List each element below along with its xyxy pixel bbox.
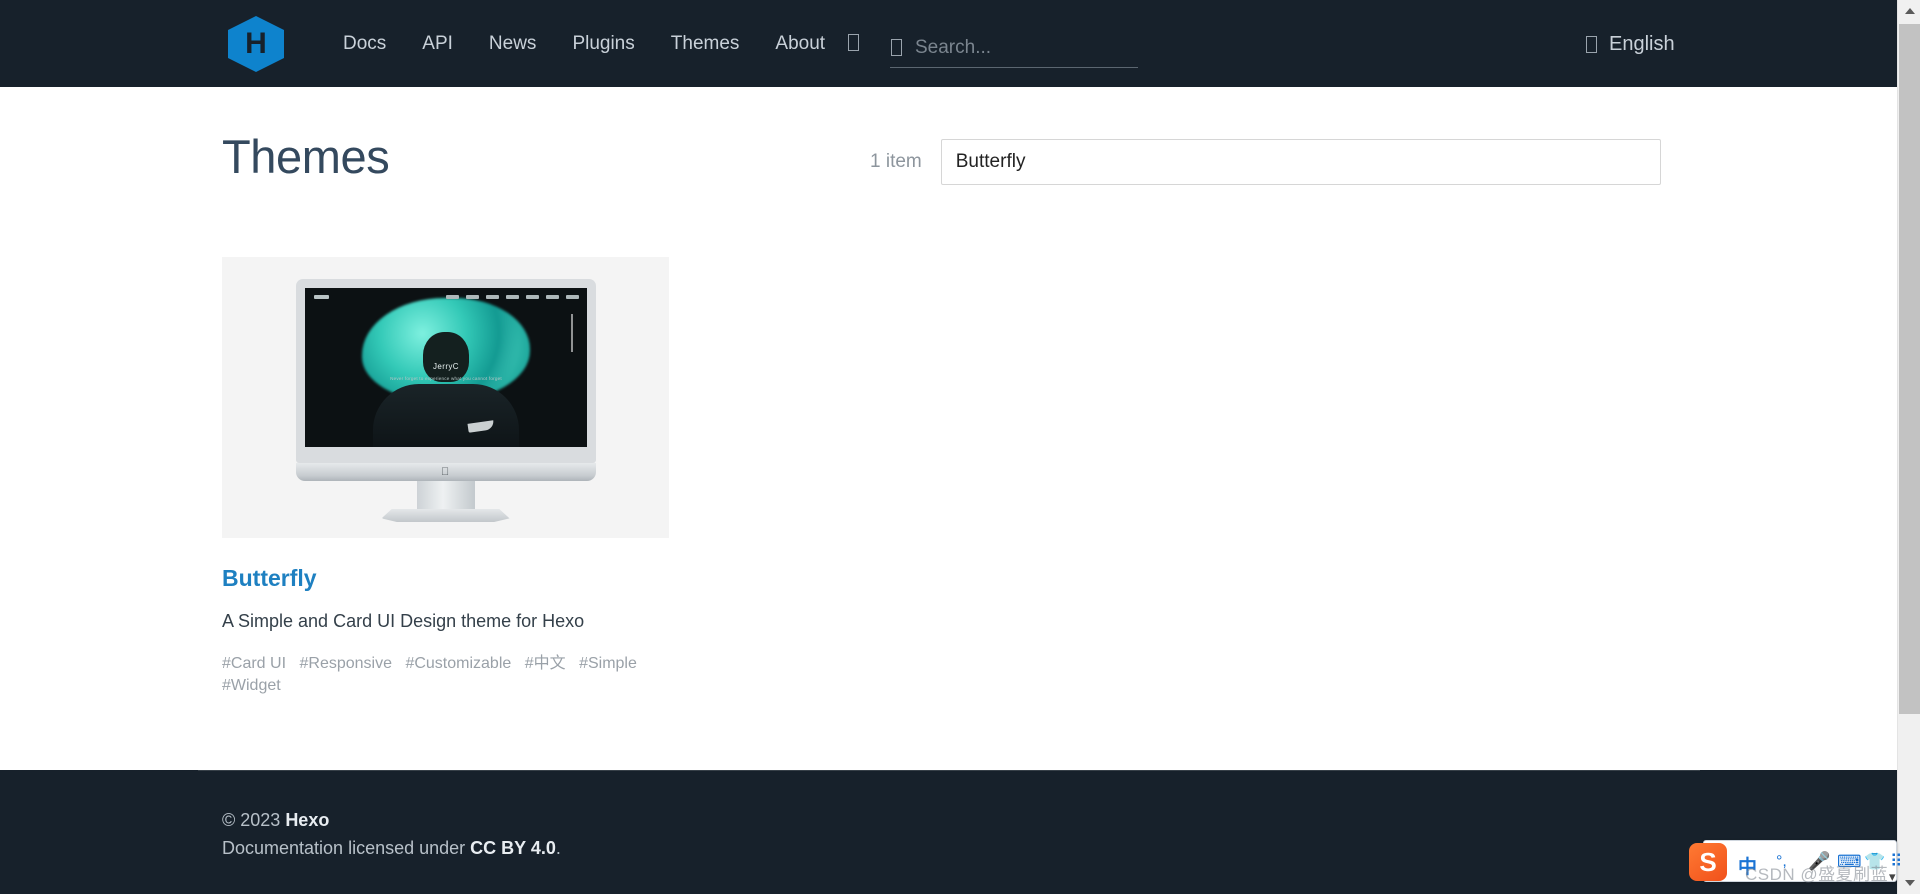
nav-item-plugins[interactable]: Plugins — [554, 0, 652, 87]
footer-text: © 2023 Hexo Documentation licensed under… — [222, 806, 561, 862]
copyright-line: © 2023 Hexo — [222, 806, 561, 834]
imac-screen: JerryC Never forget to experience what y… — [305, 288, 587, 447]
scroll-down-button[interactable] — [1898, 872, 1920, 894]
imac-stand-foot — [381, 509, 510, 522]
site-footer: © 2023 Hexo Documentation licensed under… — [0, 770, 1897, 894]
imac-mockup: JerryC Never forget to experience what y… — [296, 279, 596, 463]
theme-tag[interactable]: #Simple — [579, 655, 637, 672]
preview-menu-item — [506, 295, 519, 299]
preview-site-title: JerryC — [433, 362, 459, 371]
scrollbar-thumb[interactable] — [1899, 24, 1920, 714]
copyright-prefix: © 2023 — [222, 810, 286, 830]
logo-letter: H — [245, 27, 267, 60]
page-viewport: H Docs API News Plugins Themes About Eng… — [0, 0, 1897, 894]
preview-scroll-indicator — [571, 314, 573, 352]
preview-menu-item — [526, 295, 539, 299]
search-icon — [891, 39, 902, 56]
chevron-down-icon — [1904, 880, 1915, 886]
nav-item-themes[interactable]: Themes — [653, 0, 758, 87]
preview-menu-item — [486, 295, 499, 299]
hexagon-shape: H — [228, 16, 284, 72]
ime-punctuation-toggle[interactable]: °, — [1776, 853, 1787, 871]
theme-tag-list: #Card UI #Responsive #Customizable #中文 #… — [222, 653, 652, 696]
language-selector[interactable]: English — [1586, 28, 1675, 60]
theme-card: JerryC Never forget to experience what y… — [222, 257, 669, 696]
nav-item-api[interactable]: API — [404, 0, 471, 87]
theme-thumbnail[interactable]: JerryC Never forget to experience what y… — [222, 257, 669, 538]
license-line: Documentation licensed under CC BY 4.0. — [222, 834, 561, 862]
theme-tag[interactable]: #Responsive — [299, 655, 392, 672]
nav-item-about[interactable]: About — [757, 0, 843, 87]
license-prefix: Documentation licensed under — [222, 838, 471, 858]
theme-tag[interactable]: #Card UI — [222, 655, 286, 672]
theme-filter-input[interactable] — [940, 139, 1661, 185]
theme-tag[interactable]: #Customizable — [405, 655, 511, 672]
preview-site-subtitle: Never forget to experience what you cann… — [390, 376, 502, 381]
preview-site-menu — [446, 295, 579, 299]
scroll-up-button[interactable] — [1898, 0, 1920, 22]
header-search[interactable] — [890, 28, 1138, 68]
preview-menu-item — [546, 295, 559, 299]
site-header: H Docs API News Plugins Themes About Eng… — [0, 0, 1897, 87]
license-suffix: . — [555, 838, 561, 858]
language-label: English — [1609, 32, 1675, 55]
theme-tag[interactable]: #中文 — [525, 655, 566, 672]
figure-head — [423, 332, 469, 382]
globe-icon — [1586, 35, 1597, 53]
ime-toolbar[interactable]: S 中 °, 🎤 ⌨ 👕 ⠿ — [1689, 840, 1902, 882]
search-input[interactable] — [915, 36, 1115, 59]
preview-menu-item — [466, 295, 479, 299]
footer-divider — [198, 770, 1700, 771]
preview-menu-item — [446, 295, 459, 299]
filter-row: 1 item — [870, 139, 1661, 185]
theme-description: A Simple and Card UI Design theme for He… — [222, 611, 585, 631]
skin-icon[interactable]: 👕 — [1864, 852, 1885, 872]
main-navigation: Docs API News Plugins Themes About — [325, 0, 843, 87]
nav-item-docs[interactable]: Docs — [325, 0, 404, 87]
sogou-logo-icon[interactable]: S — [1689, 843, 1727, 881]
imac-stand-neck — [416, 481, 475, 513]
hexo-logo[interactable]: H — [228, 16, 284, 72]
theme-tag[interactable]: #Widget — [222, 677, 281, 694]
preview-menu-item — [566, 295, 579, 299]
theme-title-link[interactable]: Butterfly — [222, 565, 669, 592]
license-link[interactable]: CC BY 4.0 — [470, 838, 556, 858]
ime-language-mode[interactable]: 中 — [1738, 852, 1757, 879]
page-title: Themes — [222, 130, 390, 183]
copyright-brand: Hexo — [285, 810, 330, 830]
vertical-scrollbar[interactable] — [1897, 0, 1920, 894]
nav-item-news[interactable]: News — [471, 0, 555, 87]
figure-body — [373, 384, 519, 447]
ime-expand-caret[interactable]: ▾ — [1889, 869, 1896, 885]
github-icon[interactable] — [848, 34, 859, 51]
microphone-icon[interactable]: 🎤 — [1808, 851, 1830, 872]
apple-logo-icon:  — [441, 467, 450, 478]
item-count: 1 item — [870, 151, 922, 172]
chevron-up-icon — [1904, 8, 1915, 14]
sogou-logo-letter: S — [1699, 846, 1717, 877]
keyboard-icon[interactable]: ⌨ — [1837, 852, 1862, 872]
main-content: Themes 1 item Butterfly JerryC Never for… — [0, 87, 1897, 770]
browser-page: H Docs API News Plugins Themes About Eng… — [0, 0, 1920, 894]
preview-site-logo — [314, 295, 329, 299]
